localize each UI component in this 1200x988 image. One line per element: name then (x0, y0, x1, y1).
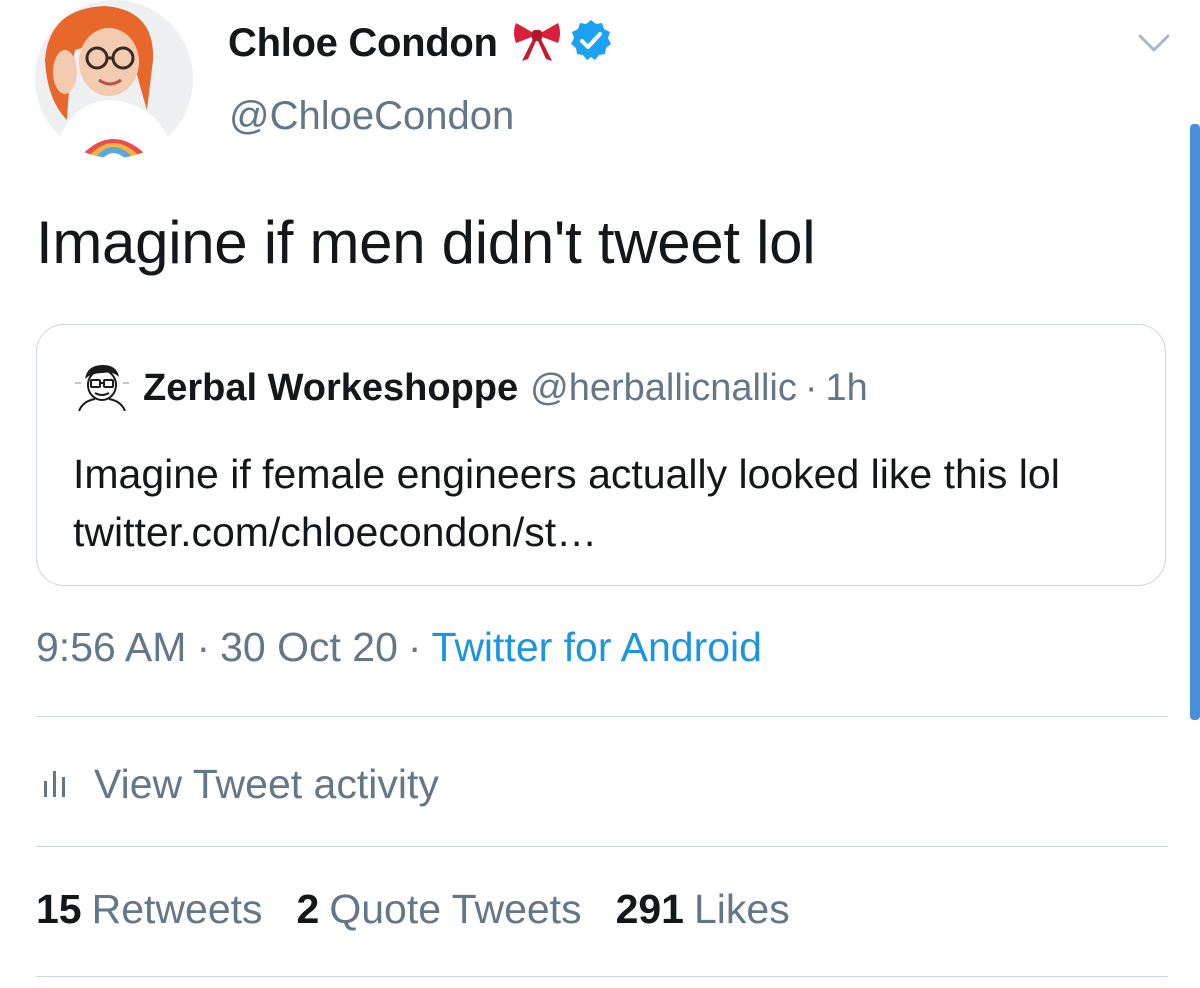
quoted-tweet-header: Zerbal Workeshoppe @herballicnallic · 1h (73, 360, 868, 416)
tweet-stats: 15 Retweets 2 Quote Tweets 291 Likes (36, 886, 824, 933)
quote-tweets-count: 2 (296, 886, 320, 932)
author-avatar[interactable] (35, 0, 193, 158)
quoted-author-name[interactable]: Zerbal Workeshoppe (143, 367, 518, 410)
meta-separator: · (196, 624, 211, 670)
likes-count: 291 (615, 886, 684, 932)
likes-label: Likes (694, 886, 790, 932)
retweets-stat[interactable]: 15 Retweets (36, 886, 297, 932)
tweet-text: Imagine if men didn't tweet lol (36, 209, 816, 276)
quoted-author-handle[interactable]: @herballicnallic (530, 367, 797, 410)
chevron-down-icon[interactable] (1136, 28, 1172, 56)
quote-tweets-stat[interactable]: 2 Quote Tweets (297, 886, 616, 932)
meta-separator: · (407, 624, 422, 670)
quoted-tweet-text: Imagine if female engineers actually loo… (73, 451, 1060, 555)
divider (36, 716, 1168, 717)
author-display-name[interactable]: Chloe Condon (228, 21, 498, 66)
bar-chart-icon (40, 765, 94, 804)
divider (36, 846, 1168, 847)
verified-badge-icon (562, 18, 614, 69)
tweet-date: 30 Oct 20 (220, 624, 398, 670)
tweet-source-link[interactable]: Twitter for Android (432, 624, 762, 670)
tweet-time: 9:56 AM (36, 624, 187, 670)
scroll-indicator[interactable] (1190, 124, 1200, 720)
quoted-separator: · (804, 366, 818, 409)
author-handle[interactable]: @ChloeCondon (229, 94, 514, 139)
likes-stat[interactable]: 291 Likes (616, 886, 824, 932)
quoted-author-avatar[interactable] (73, 360, 143, 416)
divider (36, 976, 1168, 977)
bow-emoji-icon (498, 19, 562, 68)
tweet-meta: 9:56 AM · 30 Oct 20 · Twitter for Android (36, 624, 762, 671)
view-tweet-activity-button[interactable]: View Tweet activity (40, 754, 439, 814)
author-name-row[interactable]: Chloe Condon (228, 18, 614, 68)
quote-tweets-label: Quote Tweets (329, 886, 582, 932)
quoted-tweet-card[interactable]: Zerbal Workeshoppe @herballicnallic · 1h… (36, 324, 1166, 586)
quoted-timestamp[interactable]: 1h (826, 367, 868, 410)
view-tweet-activity-label: View Tweet activity (94, 760, 439, 807)
retweets-count: 15 (36, 886, 82, 932)
retweets-label: Retweets (91, 886, 263, 932)
